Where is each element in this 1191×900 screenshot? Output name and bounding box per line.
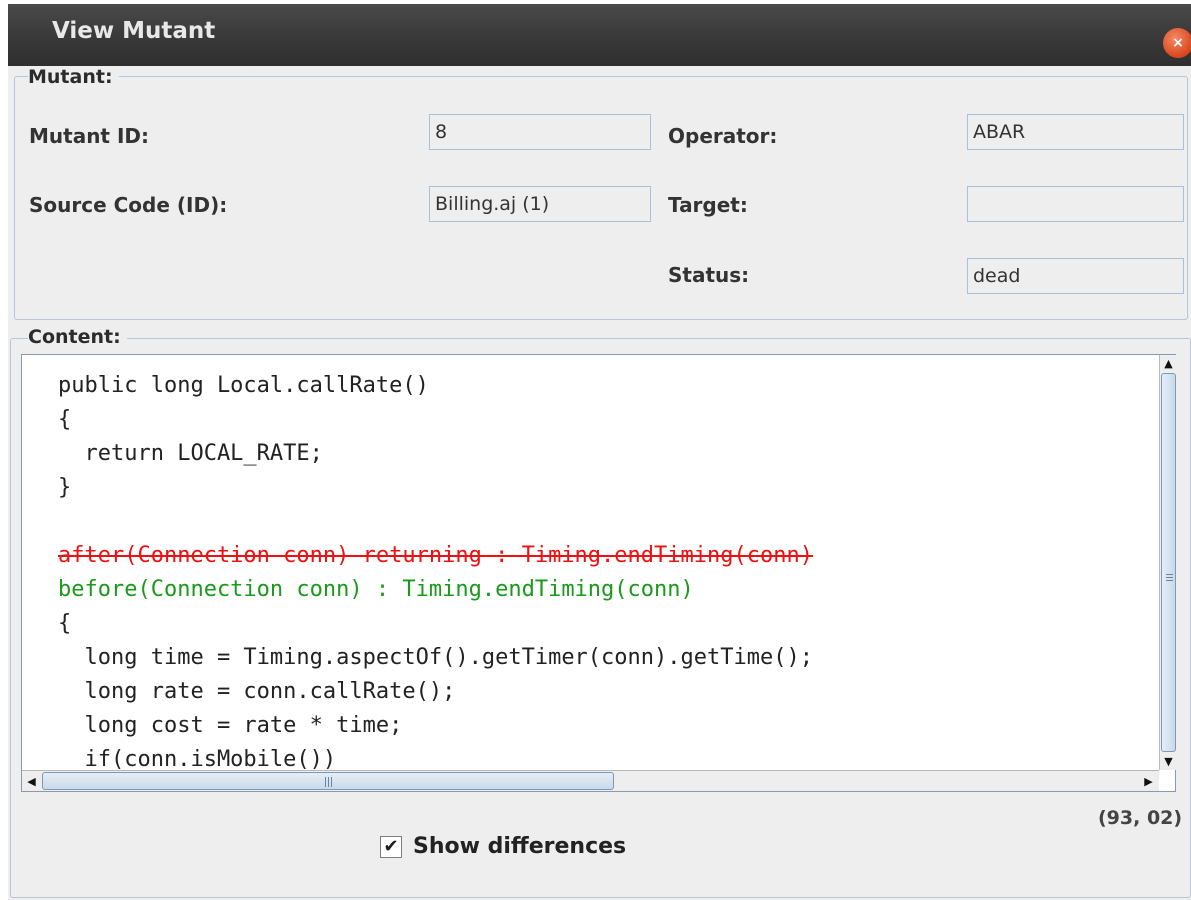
show-differences-label[interactable]: Show differences (413, 834, 626, 859)
operator-field[interactable]: ABAR (967, 114, 1184, 150)
code-line: long time = Timing.aspectOf().getTimer(c… (58, 645, 813, 670)
source-code-field[interactable]: Billing.aj (1) (429, 186, 651, 222)
status-field[interactable]: dead (967, 258, 1184, 294)
title-bar[interactable]: View Mutant × (8, 4, 1191, 66)
code-line: } (58, 475, 72, 500)
view-mutant-dialog: View Mutant × Mutant: Mutant ID: 8 Opera… (8, 4, 1191, 900)
code-area[interactable]: public long Local.callRate() { return LO… (22, 355, 1159, 770)
scroll-right-icon[interactable]: ▶ (1140, 773, 1157, 790)
target-label: Target: (668, 193, 748, 217)
cursor-position: (93, 02) (1098, 807, 1183, 829)
scroll-left-icon[interactable]: ◀ (23, 773, 40, 790)
code-line: long rate = conn.callRate(); (58, 679, 456, 704)
horizontal-scroll-thumb[interactable] (42, 772, 614, 790)
scroll-down-icon[interactable]: ▼ (1160, 753, 1177, 770)
window-title: View Mutant (52, 18, 216, 44)
horizontal-scrollbar[interactable]: ◀ ▶ (22, 770, 1159, 791)
grip-icon (1166, 580, 1173, 581)
mutant-id-field[interactable]: 8 (429, 114, 651, 150)
target-field[interactable] (967, 186, 1184, 222)
vertical-scrollbar[interactable]: ▲ ▼ (1159, 355, 1176, 770)
code-viewer[interactable]: public long Local.callRate() { return LO… (21, 354, 1176, 792)
source-code-label: Source Code (ID): (29, 193, 228, 217)
scroll-up-icon[interactable]: ▲ (1160, 355, 1177, 372)
mutant-group-legend: Mutant: (28, 66, 119, 88)
removed-code-line: after(Connection conn) returning : Timin… (58, 543, 813, 568)
content-group-legend: Content: (28, 326, 127, 348)
status-label: Status: (668, 263, 750, 287)
code-line: return LOCAL_RATE; (58, 441, 323, 466)
added-code-line: before(Connection conn) : Timing.endTimi… (58, 577, 694, 602)
grip-icon (325, 777, 334, 787)
code-line: { (58, 611, 72, 636)
code-line: long cost = rate * time; (58, 713, 403, 738)
grip-icon (1166, 577, 1173, 578)
code-line: if(conn.isMobile()) (58, 747, 337, 770)
close-icon[interactable]: × (1163, 28, 1191, 58)
operator-label: Operator: (668, 124, 778, 148)
vertical-scroll-thumb[interactable] (1161, 373, 1176, 752)
mutant-id-label: Mutant ID: (29, 124, 149, 148)
grip-icon (1166, 574, 1173, 575)
code-line: { (58, 407, 72, 432)
show-differences-checkbox[interactable]: ✔ (380, 836, 402, 858)
code-line: public long Local.callRate() (58, 373, 429, 398)
